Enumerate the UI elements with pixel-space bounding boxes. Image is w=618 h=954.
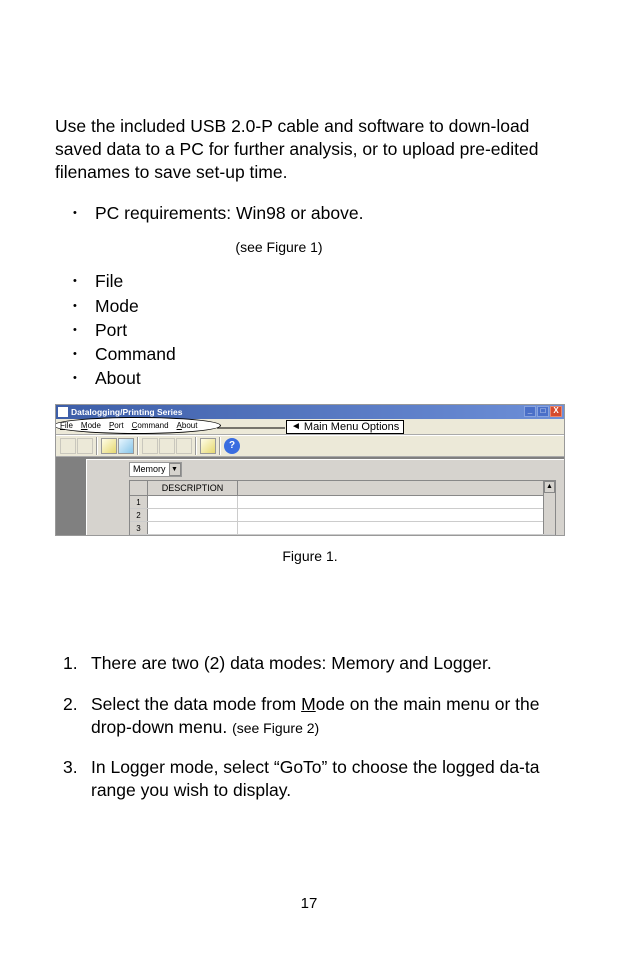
figure-1-caption: Figure 1. — [55, 548, 565, 564]
data-grid: DESCRIPTION 1 2 3 — [129, 480, 556, 535]
row-num-3: 3 — [130, 522, 148, 534]
toolbar: ? — [56, 435, 564, 457]
bullet-command: Command — [73, 342, 563, 366]
toolbar-separator-4 — [219, 437, 221, 455]
figure-1-wrap: Datalogging/Printing Series _ □ X File M… — [55, 404, 565, 564]
intro-paragraph: Use the included USB 2.0-P cable and sof… — [55, 115, 563, 183]
col-rest — [238, 481, 555, 495]
chevron-down-icon[interactable]: ▼ — [169, 463, 181, 476]
child-window: Memory ▼ DESCRIPTION 1 2 — [86, 459, 564, 535]
grid-header: DESCRIPTION — [130, 481, 555, 496]
app-icon — [58, 407, 68, 417]
grid-corner — [130, 481, 148, 495]
toolbar-separator — [96, 437, 98, 455]
callout-line — [217, 423, 289, 433]
toolbar-btn-1[interactable] — [60, 438, 76, 454]
row-num-2: 2 — [130, 509, 148, 521]
dropdown-row: Memory ▼ — [87, 460, 564, 478]
table-row[interactable]: 2 — [130, 509, 555, 522]
vertical-scrollbar[interactable]: ▲ — [543, 481, 555, 534]
row-3-desc[interactable] — [148, 522, 238, 534]
see-figure-1: (see Figure 1) — [25, 239, 533, 255]
toolbar-btn-6[interactable] — [159, 438, 175, 454]
maximize-button[interactable]: □ — [537, 406, 549, 417]
menubar: File Mode Port Command About ◄ Main Menu… — [56, 419, 564, 435]
step-2: Select the data mode from Mode on the ma… — [55, 693, 563, 739]
toolbar-btn-5[interactable] — [142, 438, 158, 454]
row-2-desc[interactable] — [148, 509, 238, 521]
pc-req-list: PC requirements: Win98 or above. — [55, 201, 563, 225]
toolbar-btn-4[interactable] — [118, 438, 134, 454]
scroll-up-icon[interactable]: ▲ — [544, 481, 555, 493]
bullet-port: Port — [73, 318, 563, 342]
menu-port[interactable]: Port — [109, 421, 124, 430]
table-row[interactable]: 1 — [130, 496, 555, 509]
table-row[interactable]: 3 — [130, 522, 555, 535]
toolbar-btn-2[interactable] — [77, 438, 93, 454]
minimize-button[interactable]: _ — [524, 406, 536, 417]
toolbar-btn-8[interactable] — [200, 438, 216, 454]
bullet-file: File — [73, 269, 563, 293]
window-title: Datalogging/Printing Series — [71, 407, 182, 417]
window-buttons: _ □ X — [524, 406, 562, 417]
toolbar-btn-3[interactable] — [101, 438, 117, 454]
app-screenshot: Datalogging/Printing Series _ □ X File M… — [55, 404, 565, 536]
menu-bullet-list: File Mode Port Command About — [55, 269, 563, 390]
main-menu-callout: ◄ Main Menu Options — [286, 420, 404, 434]
arrow-left-icon: ◄ — [291, 422, 301, 432]
close-button[interactable]: X — [550, 406, 562, 417]
pc-req-item: PC requirements: Win98 or above. — [73, 201, 563, 225]
step-3: In Logger mode, select “GoTo” to choose … — [55, 756, 563, 802]
menu-command[interactable]: Command — [132, 421, 169, 430]
menu-file[interactable]: File — [60, 421, 73, 430]
row-1-desc[interactable] — [148, 496, 238, 508]
toolbar-separator-3 — [195, 437, 197, 455]
numbered-steps: There are two (2) data modes: Memory and… — [55, 652, 563, 802]
menu-about[interactable]: About — [177, 421, 198, 430]
toolbar-btn-7[interactable] — [176, 438, 192, 454]
col-description: DESCRIPTION — [148, 481, 238, 495]
page-number: 17 — [0, 895, 618, 912]
row-num-1: 1 — [130, 496, 148, 508]
mode-dropdown[interactable]: Memory ▼ — [129, 462, 182, 477]
bullet-about: About — [73, 366, 563, 390]
help-icon[interactable]: ? — [224, 438, 240, 454]
callout-text: Main Menu Options — [304, 421, 399, 433]
bullet-mode: Mode — [73, 294, 563, 318]
toolbar-separator-2 — [137, 437, 139, 455]
step-1: There are two (2) data modes: Memory and… — [55, 652, 563, 675]
mdi-background: Memory ▼ DESCRIPTION 1 2 — [56, 457, 564, 535]
menu-oval-highlight: File Mode Port Command About — [55, 417, 221, 434]
menu-mode[interactable]: Mode — [81, 421, 101, 430]
dropdown-value: Memory — [133, 464, 166, 474]
